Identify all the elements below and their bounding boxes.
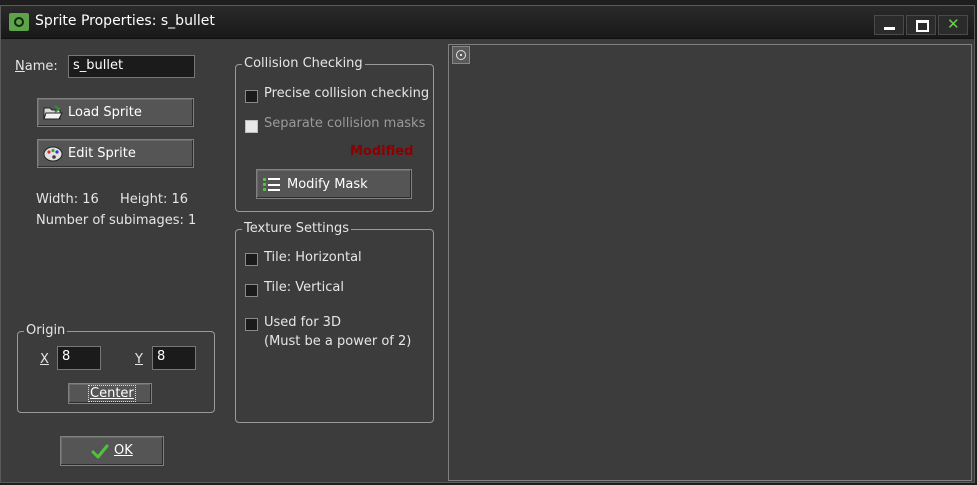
origin-y-label: Y <box>135 352 143 367</box>
sprite-preview-area[interactable] <box>448 44 972 481</box>
close-button[interactable]: ✕ <box>938 15 968 35</box>
modified-status: Modified <box>350 144 414 159</box>
edit-sprite-button[interactable]: Edit Sprite <box>37 139 194 168</box>
name-input[interactable]: s_bullet <box>68 55 195 78</box>
edit-sprite-label: Edit Sprite <box>68 146 136 161</box>
tile-vertical-label[interactable]: Tile: Vertical <box>264 280 344 295</box>
separate-masks-checkbox <box>245 120 258 133</box>
load-sprite-button[interactable]: Load Sprite <box>37 98 194 127</box>
tile-horizontal-label[interactable]: Tile: Horizontal <box>264 250 362 265</box>
name-label: Name: <box>15 59 58 74</box>
center-button[interactable]: Center <box>68 383 152 404</box>
gamemaker-icon <box>9 13 29 31</box>
subimages-text: Number of subimages: 1 <box>36 213 197 228</box>
used-for-3d-note: (Must be a power of 2) <box>264 334 412 349</box>
checkmark-icon <box>91 444 109 459</box>
origin-title: Origin <box>24 323 68 338</box>
origin-y-input[interactable]: 8 <box>152 346 196 370</box>
tile-horizontal-checkbox[interactable] <box>245 253 258 266</box>
window-title: Sprite Properties: s_bullet <box>35 13 215 29</box>
load-sprite-label: Load Sprite <box>68 105 142 120</box>
modify-mask-button[interactable]: Modify Mask <box>256 169 412 199</box>
separate-masks-label: Separate collision masks <box>264 116 426 131</box>
center-label: Center <box>88 385 136 402</box>
minimize-button[interactable] <box>874 15 904 35</box>
origin-x-label: X <box>40 352 49 367</box>
texture-title: Texture Settings <box>242 221 352 236</box>
ok-button[interactable]: OK <box>60 436 164 466</box>
tile-vertical-checkbox[interactable] <box>245 284 258 297</box>
used-for-3d-checkbox[interactable] <box>245 318 258 331</box>
palette-icon <box>43 146 63 162</box>
precise-collision-checkbox[interactable] <box>245 90 258 103</box>
close-icon: ✕ <box>947 15 960 33</box>
origin-crosshair-icon <box>452 46 470 64</box>
maximize-button[interactable] <box>906 15 936 35</box>
list-icon <box>263 178 280 191</box>
height-text: Height: 16 <box>120 192 189 207</box>
used-for-3d-label[interactable]: Used for 3D <box>264 315 341 330</box>
collision-title: Collision Checking <box>242 56 365 71</box>
ok-label: OK <box>114 443 133 458</box>
folder-open-icon <box>43 105 63 120</box>
width-text: Width: 16 <box>36 192 99 207</box>
precise-collision-label[interactable]: Precise collision checking <box>264 86 429 101</box>
sprite-properties-window: Sprite Properties: s_bullet ✕ Name: s_bu… <box>0 5 975 483</box>
title-bar[interactable]: Sprite Properties: s_bullet ✕ <box>1 6 974 39</box>
origin-x-input[interactable]: 8 <box>57 346 101 370</box>
modify-mask-label: Modify Mask <box>287 177 368 192</box>
